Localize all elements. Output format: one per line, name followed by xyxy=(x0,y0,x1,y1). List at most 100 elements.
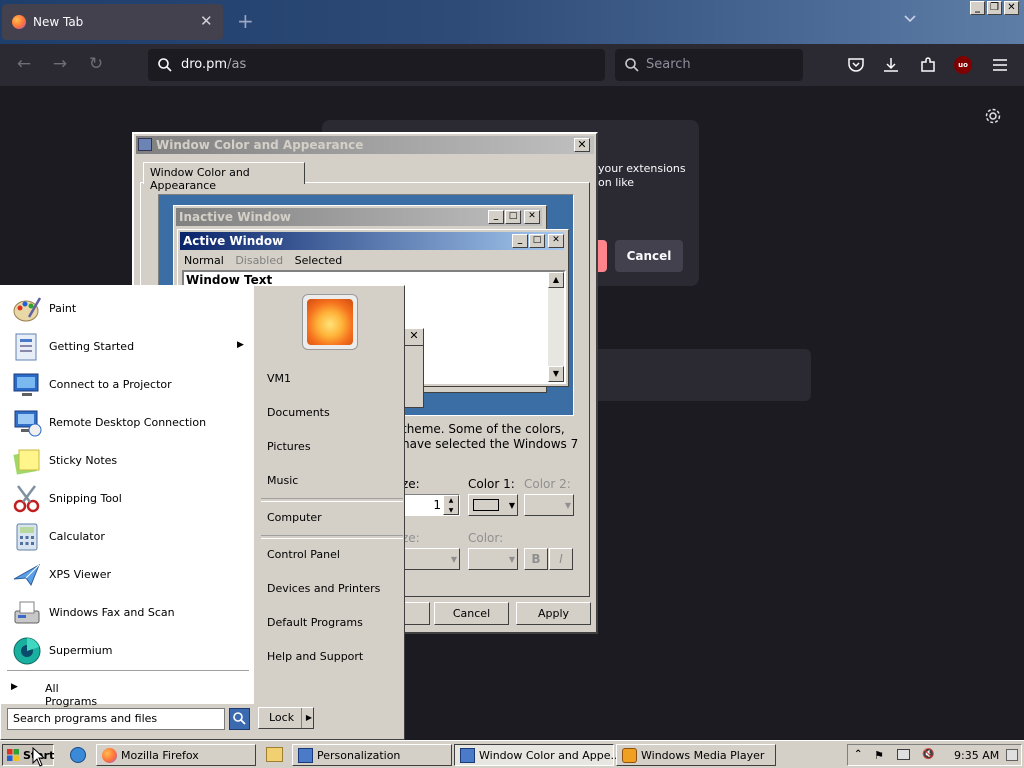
color1-dropdown[interactable]: ▼ xyxy=(468,494,518,516)
extension-cancel-button[interactable]: Cancel xyxy=(615,240,683,272)
reload-icon[interactable]: ↻ xyxy=(85,54,107,76)
tab-close-icon[interactable]: ✕ xyxy=(200,12,213,30)
start-search-input[interactable] xyxy=(10,710,226,727)
apply-button[interactable]: Apply xyxy=(516,602,591,625)
preview-menu-bar: Normal Disabled Selected xyxy=(184,254,350,267)
font-color-dropdown[interactable]: ▼ xyxy=(468,548,518,570)
minimize-icon[interactable]: _ xyxy=(970,1,985,15)
forward-arrow-icon[interactable]: → xyxy=(49,54,71,76)
firefox-favicon-icon xyxy=(12,15,26,29)
window-color-icon xyxy=(460,748,475,763)
program-label: Windows Fax and Scan xyxy=(49,606,175,619)
volume-muted-icon[interactable]: 🔇 xyxy=(922,749,935,762)
color2-dropdown[interactable]: ▼ xyxy=(524,494,574,516)
internet-explorer-icon[interactable] xyxy=(70,747,86,763)
item-size-value: 1 xyxy=(433,498,441,512)
dialog-title-bar: Window Color and Appearance ✕ xyxy=(136,136,594,154)
link-music[interactable]: Music xyxy=(267,474,298,487)
minimize-icon: _ xyxy=(488,210,504,224)
gear-icon[interactable] xyxy=(983,106,1003,126)
fax-icon xyxy=(14,601,40,624)
link-computer[interactable]: Computer xyxy=(267,511,322,524)
lock-button[interactable]: Lock ▶ xyxy=(258,707,314,729)
restore-icon[interactable]: ❐ xyxy=(987,1,1002,15)
tab-title: New Tab xyxy=(33,15,84,29)
link-control-panel[interactable]: Control Panel xyxy=(267,548,340,561)
places-separator xyxy=(261,535,403,539)
url-bar[interactable]: dro.pm/as xyxy=(148,49,605,81)
search-bar[interactable]: Search xyxy=(615,49,803,81)
taskbar-button-label: Windows Media Player xyxy=(641,749,765,762)
new-tab-card xyxy=(585,349,811,401)
program-fax-scan[interactable]: Windows Fax and Scan xyxy=(1,594,254,632)
start-menu: Paint Getting Started ▶ Connect to a Pro… xyxy=(0,285,405,740)
url-path: /as xyxy=(227,57,247,72)
show-desktop-icon[interactable] xyxy=(1006,749,1018,761)
program-calculator[interactable]: Calculator xyxy=(1,518,254,556)
program-getting-started[interactable]: Getting Started ▶ xyxy=(1,328,254,366)
browser-tab[interactable]: New Tab ✕ xyxy=(2,4,223,40)
spinner-arrows-icon[interactable]: ▲ ▼ xyxy=(443,495,459,515)
font-size-dropdown[interactable]: ▼ xyxy=(404,548,460,570)
start-menu-separator xyxy=(7,670,249,674)
list-all-tabs-chevron-icon[interactable] xyxy=(903,14,917,24)
search-go-icon[interactable] xyxy=(229,708,250,730)
extensions-puzzle-icon[interactable] xyxy=(918,55,938,75)
all-programs-arrow-icon: ▶ xyxy=(11,682,18,692)
media-player-icon xyxy=(622,748,637,763)
program-supermium[interactable]: Supermium xyxy=(1,632,254,670)
link-devices-printers[interactable]: Devices and Printers xyxy=(267,582,380,595)
taskbar-button-window-color[interactable]: Window Color and Appe... xyxy=(454,744,621,766)
preview-scrollbar: ▲ ▼ xyxy=(548,272,564,382)
program-remote-desktop[interactable]: Remote Desktop Connection xyxy=(1,404,254,442)
program-paint[interactable]: Paint xyxy=(1,290,254,328)
cancel-button[interactable]: Cancel xyxy=(434,602,509,625)
color1-label: Color 1: xyxy=(468,477,515,491)
description-line2: have selected the Windows 7 xyxy=(402,437,579,451)
tab-window-color[interactable]: Window Color and Appearance xyxy=(143,162,305,192)
color2-label: Color 2: xyxy=(524,477,571,491)
dialog-close-icon[interactable]: ✕ xyxy=(574,138,590,152)
action-center-flag-icon[interactable]: ⚑ xyxy=(874,749,887,762)
ublock-origin-icon[interactable]: uo xyxy=(954,56,972,74)
taskbar-button-label: Mozilla Firefox xyxy=(121,749,199,762)
explorer-folder-icon[interactable] xyxy=(266,747,283,762)
link-pictures[interactable]: Pictures xyxy=(267,440,311,453)
link-documents[interactable]: Documents xyxy=(267,406,330,419)
link-default-programs[interactable]: Default Programs xyxy=(267,616,363,629)
projector-icon xyxy=(13,373,39,396)
start-button[interactable]: Start xyxy=(2,744,54,766)
close-icon: ✕ xyxy=(524,210,540,224)
active-title-bar: Active Window _ □ ✕ xyxy=(180,232,564,250)
italic-button[interactable]: I xyxy=(549,548,573,570)
shutdown-options-arrow-icon[interactable]: ▶ xyxy=(301,708,316,728)
taskbar: Start Mozilla Firefox Personalization Wi… xyxy=(0,740,1024,768)
item-size-spinner[interactable]: 1 ▲ ▼ xyxy=(404,494,460,516)
window-close-icon[interactable]: ✕ xyxy=(1004,1,1019,15)
show-hidden-icons-icon[interactable]: ⌃ xyxy=(854,749,867,762)
taskbar-button-label: Window Color and Appe... xyxy=(479,749,622,762)
taskbar-button-media-player[interactable]: Windows Media Player xyxy=(616,744,776,766)
pocket-icon[interactable] xyxy=(846,55,866,75)
back-arrow-icon[interactable]: ← xyxy=(13,54,35,76)
new-tab-plus-icon[interactable]: + xyxy=(237,9,254,33)
link-user-folder[interactable]: VM1 xyxy=(267,372,291,385)
program-snipping-tool[interactable]: Snipping Tool xyxy=(1,480,254,518)
program-xps-viewer[interactable]: XPS Viewer xyxy=(1,556,254,594)
hamburger-menu-icon[interactable] xyxy=(990,55,1010,75)
program-sticky-notes[interactable]: Sticky Notes xyxy=(1,442,254,480)
taskbar-button-firefox[interactable]: Mozilla Firefox xyxy=(96,744,256,766)
search-icon xyxy=(625,58,639,72)
paint-icon xyxy=(13,297,42,322)
program-connect-projector[interactable]: Connect to a Projector xyxy=(1,366,254,404)
chevron-down-icon: ▼ xyxy=(564,501,571,510)
sticky-notes-icon xyxy=(13,449,40,475)
bold-button[interactable]: B xyxy=(524,548,548,570)
downloads-icon[interactable] xyxy=(881,55,901,75)
taskbar-button-personalization[interactable]: Personalization xyxy=(292,744,452,766)
network-icon[interactable] xyxy=(897,749,910,760)
clock[interactable]: 9:35 AM xyxy=(954,749,999,762)
link-help-support[interactable]: Help and Support xyxy=(267,650,363,663)
user-picture-avatar[interactable] xyxy=(302,294,358,350)
start-search-box[interactable] xyxy=(7,708,226,730)
